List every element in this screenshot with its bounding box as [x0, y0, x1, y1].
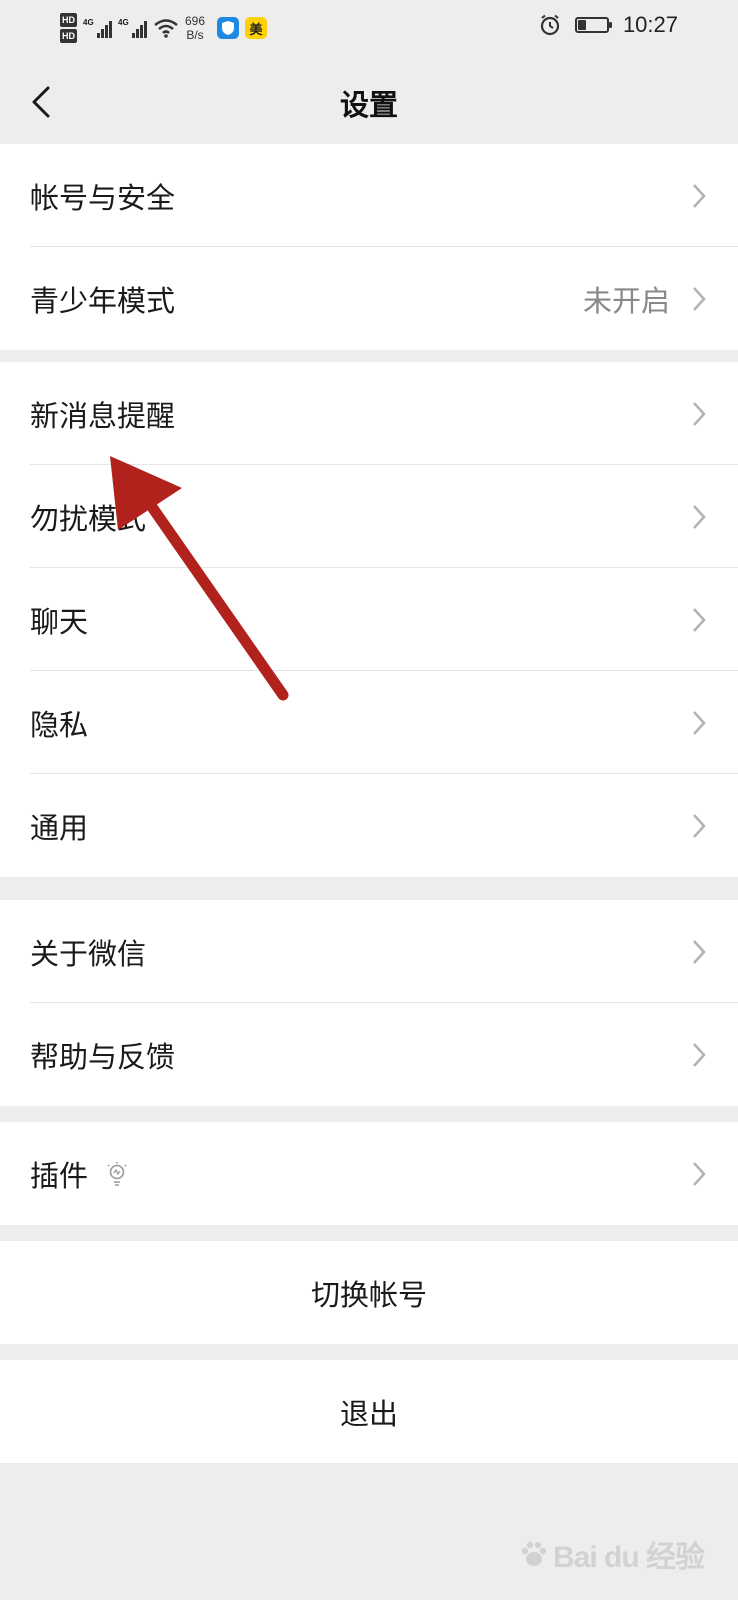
settings-item-label: 帮助与反馈	[30, 1039, 176, 1074]
net-speed: 696 B/s	[185, 14, 205, 42]
status-bar-left: HD HD 4G 4G 696 B/s 美	[60, 8, 268, 48]
meituan-app-icon: 美	[245, 17, 268, 39]
net-speed-value: 696	[185, 14, 206, 28]
settings-item-account-security[interactable]: 帐号与安全	[0, 144, 738, 247]
signal-icon: 4G	[118, 18, 147, 38]
switch-account-button[interactable]: 切换帐号	[0, 1241, 738, 1344]
settings-group-plugins: 插件	[0, 1122, 738, 1225]
network2-label: 4G	[118, 18, 129, 27]
switch-account-section: 切换帐号	[0, 1241, 738, 1344]
settings-item-do-not-disturb[interactable]: 勿扰模式	[0, 465, 738, 568]
battery-icon	[574, 17, 612, 33]
chevron-right-icon	[693, 402, 706, 426]
baidu-paw-icon	[521, 1541, 547, 1566]
chevron-right-icon	[693, 1162, 706, 1186]
chevron-right-icon	[693, 1043, 706, 1067]
settings-group-general: 新消息提醒 勿扰模式 聊天 隐私 通用	[0, 362, 738, 877]
status-bar-right: 10:27	[539, 12, 678, 38]
chevron-right-icon	[693, 711, 706, 735]
settings-item-chat[interactable]: 聊天	[0, 568, 738, 671]
logout-section: 退出	[0, 1360, 738, 1463]
logout-button[interactable]: 退出	[0, 1360, 738, 1463]
battery-fill	[577, 20, 586, 30]
signal-icon: 4G	[83, 18, 112, 38]
sim1-hd-label: HD	[60, 13, 77, 27]
settings-group-account: 帐号与安全 青少年模式 未开启	[0, 144, 738, 350]
settings-item-label: 新消息提醒	[30, 398, 176, 433]
nav-bar: 设置	[0, 60, 738, 144]
baidu-watermark: Bai du 经验	[519, 1532, 705, 1576]
watermark-text: Bai du 经验	[552, 1541, 705, 1574]
settings-item-teen-mode[interactable]: 青少年模式 未开启	[0, 247, 738, 350]
settings-item-label: 关于微信	[30, 936, 147, 971]
chevron-right-icon	[693, 287, 706, 311]
settings-item-label: 勿扰模式	[30, 501, 147, 536]
hd-icon: HD HD	[60, 13, 77, 43]
chevron-right-icon	[693, 814, 706, 838]
page-title: 设置	[339, 88, 398, 122]
teen-mode-status: 未开启	[582, 283, 670, 318]
lightbulb-icon	[107, 1162, 127, 1186]
settings-item-label: 插件	[30, 1158, 89, 1193]
chevron-right-icon	[693, 184, 706, 208]
settings-item-about-wechat[interactable]: 关于微信	[0, 900, 738, 1003]
wifi-icon	[154, 19, 178, 38]
settings-item-label: 隐私	[30, 707, 89, 742]
sim2-hd-label: HD	[60, 29, 77, 43]
settings-item-label: 青少年模式	[30, 283, 176, 318]
alarm-icon	[540, 14, 560, 36]
settings-item-new-message-notification[interactable]: 新消息提醒	[0, 362, 738, 465]
settings-item-general[interactable]: 通用	[0, 774, 738, 877]
settings-item-label: 帐号与安全	[30, 180, 176, 215]
chevron-right-icon	[693, 940, 706, 964]
net-speed-unit: B/s	[186, 28, 204, 42]
settings-item-privacy[interactable]: 隐私	[0, 671, 738, 774]
settings-group-about: 关于微信 帮助与反馈	[0, 900, 738, 1106]
chevron-right-icon	[693, 608, 706, 632]
chevron-right-icon	[693, 505, 706, 529]
settings-item-help-feedback[interactable]: 帮助与反馈	[0, 1003, 738, 1106]
status-bar: HD HD 4G 4G 696 B/s 美 10:27	[0, 0, 738, 56]
settings-item-label: 通用	[30, 810, 89, 845]
status-time: 10:27	[622, 12, 678, 37]
security-app-icon	[217, 17, 240, 39]
network1-label: 4G	[83, 18, 94, 27]
settings-item-label: 聊天	[30, 604, 89, 639]
settings-item-plugins[interactable]: 插件	[0, 1122, 738, 1225]
